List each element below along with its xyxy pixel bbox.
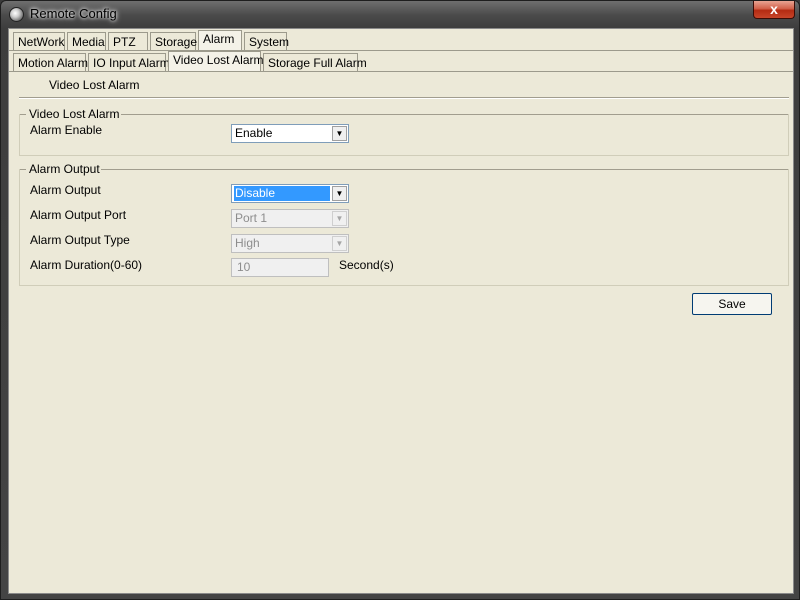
alarm-enable-label: Alarm Enable: [30, 123, 103, 137]
tab-storage-full-alarm[interactable]: Storage Full Alarm: [263, 53, 367, 72]
save-button[interactable]: Save: [692, 293, 772, 315]
tab-io-input-alarm[interactable]: IO Input Alarm: [88, 53, 170, 72]
tab-storage[interactable]: Storage: [150, 32, 197, 51]
sub-tab-divider: [9, 71, 793, 72]
tab-motion-alarm[interactable]: Motion Alarm: [13, 53, 88, 72]
alarm-output-port-select[interactable]: Port 1 ▼: [231, 209, 349, 228]
header-separator: [19, 97, 789, 99]
alarm-duration-input[interactable]: 10: [231, 258, 329, 277]
title-bar[interactable]: Remote Config x: [1, 1, 799, 28]
group-legend: Video Lost Alarm: [28, 107, 121, 121]
group-legend: Alarm Output: [28, 162, 101, 176]
tab-system[interactable]: System: [244, 32, 289, 51]
group-border: [112, 114, 788, 115]
alarm-duration-label: Alarm Duration(0-60): [30, 258, 143, 272]
alarm-output-type-label: Alarm Output Type: [30, 233, 130, 247]
tab-network[interactable]: NetWork: [13, 32, 65, 51]
window-title: Remote Config: [30, 6, 117, 21]
group-border: [20, 114, 26, 115]
alarm-output-type-value: High: [235, 236, 260, 250]
camera-app-icon: [9, 7, 24, 22]
close-button[interactable]: x: [753, 1, 795, 19]
chevron-down-icon[interactable]: ▼: [332, 186, 347, 201]
tab-alarm[interactable]: Alarm: [198, 30, 242, 51]
tab-ptz[interactable]: PTZ: [108, 32, 148, 51]
alarm-output-type-select[interactable]: High ▼: [231, 234, 349, 253]
alarm-output-label: Alarm Output: [30, 183, 101, 197]
tab-media[interactable]: Media: [67, 32, 106, 51]
close-icon: x: [770, 1, 778, 17]
alarm-output-group: Alarm Output Alarm Output Disable ▼ Alar…: [19, 162, 789, 286]
duration-unit-label: Second(s): [339, 258, 394, 272]
page-subtitle: Video Lost Alarm: [49, 78, 140, 92]
alarm-output-value: Disable: [234, 186, 330, 201]
chevron-down-icon[interactable]: ▼: [332, 211, 347, 226]
group-border: [96, 169, 788, 170]
alarm-output-select[interactable]: Disable ▼: [231, 184, 349, 203]
config-panel: NetWork Media PTZ Storage Alarm System M…: [8, 28, 794, 594]
alarm-enable-select[interactable]: Enable ▼: [231, 124, 349, 143]
remote-config-window: Remote Config x NetWork Media PTZ Storag…: [0, 0, 800, 600]
alarm-output-port-label: Alarm Output Port: [30, 208, 127, 222]
tab-bar-divider: [9, 50, 793, 51]
tab-video-lost-alarm[interactable]: Video Lost Alarm: [168, 51, 264, 72]
chevron-down-icon[interactable]: ▼: [332, 126, 347, 141]
chevron-down-icon[interactable]: ▼: [332, 236, 347, 251]
group-border: [20, 169, 26, 170]
video-lost-alarm-group: Video Lost Alarm Alarm Enable Enable ▼: [19, 107, 789, 156]
alarm-enable-value: Enable: [235, 126, 273, 140]
alarm-output-port-value: Port 1: [235, 211, 268, 225]
